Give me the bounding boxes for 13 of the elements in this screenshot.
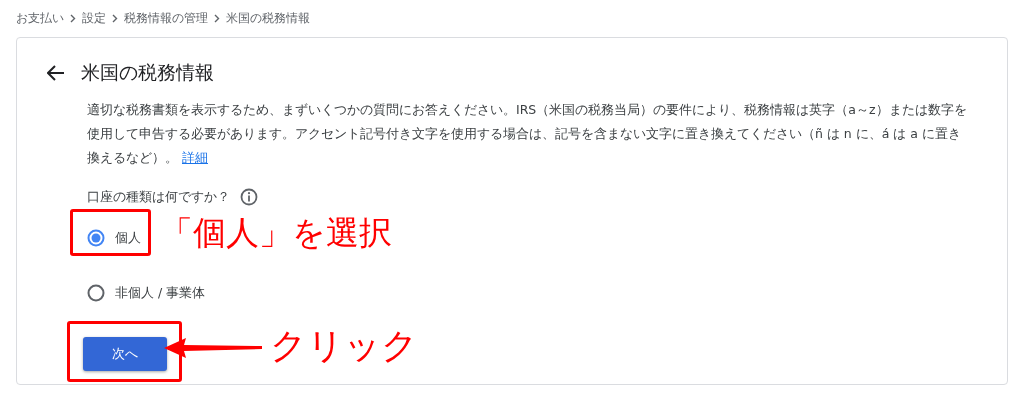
question-label: 口座の種類は何ですか？ xyxy=(87,188,230,206)
breadcrumb-item[interactable]: 米国の税務情報 xyxy=(226,9,310,27)
next-button[interactable]: 次へ xyxy=(83,337,167,371)
breadcrumb-item[interactable]: お支払い xyxy=(16,9,64,27)
description-text: 適切な税務書類を表示するため、まずいくつかの質問にお答えください。IRS（米国の税務当局）の要件により、税務情報は英字（a～z）または数字を使用して申告する必要があります。アクセント記号付き文字を使用する場合は、記号を含まない文字に置き換えてください（ñ は n に、á は a に置き換えるなど）。 詳細 xyxy=(87,101,967,167)
page-title: 米国の税務情報 xyxy=(81,60,214,85)
details-link[interactable]: 詳細 xyxy=(182,150,208,165)
breadcrumb-item[interactable]: 税務情報の管理 xyxy=(124,9,208,27)
option-label[interactable]: 個人 xyxy=(115,229,141,247)
callout-text: クリック xyxy=(270,328,418,364)
breadcrumb-item[interactable]: 設定 xyxy=(82,9,106,27)
callout-text: 「個人」を選択 xyxy=(160,216,392,249)
option-label[interactable]: 非個人 / 事業体 xyxy=(115,284,206,302)
